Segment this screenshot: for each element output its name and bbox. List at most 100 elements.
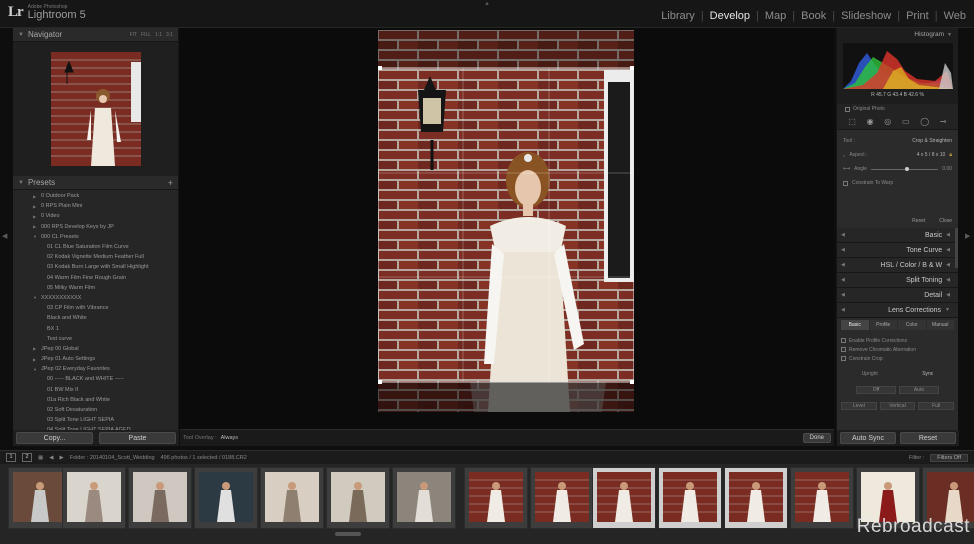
grid-view-icon[interactable]: ▦ (38, 455, 43, 461)
preset-item[interactable]: ▶ 0 Outdoor Pack (13, 191, 178, 201)
checkbox-icon[interactable] (841, 356, 846, 361)
upright-sync[interactable]: Sync (922, 371, 933, 377)
filmstrip-thumbnail[interactable] (790, 467, 854, 529)
panel-scrollbar[interactable] (955, 228, 958, 268)
section-header[interactable]: ◀ Basic ◀ (837, 228, 958, 243)
filmstrip-scroll-handle[interactable] (335, 532, 361, 536)
lens-option[interactable]: Constrain Crop (841, 354, 954, 363)
forward-arrow-icon[interactable]: ▶ (59, 455, 63, 461)
preset-item[interactable]: 05 Milky Warm Film (13, 283, 178, 293)
original-photo-toggle[interactable]: Original Photo (837, 104, 958, 114)
preset-item[interactable]: BX 1 (13, 323, 178, 333)
filmstrip-thumbnail[interactable] (194, 467, 258, 529)
preset-item[interactable]: ▼ 000 CL Presets (13, 232, 178, 242)
lock-icon[interactable]: 🔒︎ (949, 152, 952, 158)
red-eye-icon[interactable]: ◎ (884, 117, 891, 126)
collapse-top-icon[interactable]: ▲ (484, 1, 490, 7)
presets-header[interactable]: ▼ Presets + (13, 176, 178, 190)
aspect-select[interactable]: 4 x 5 / 8 x 10 (917, 152, 946, 158)
filmstrip-thumbnail[interactable] (62, 467, 126, 529)
preset-item[interactable]: 03 Kodak Burn Large with Small Highlight (13, 262, 178, 272)
upright-button[interactable]: Auto (899, 386, 939, 394)
photo-count[interactable]: 496 photos / 1 selected / 0188.CR2 (161, 455, 247, 461)
radial-filter-icon[interactable]: ◯ (920, 117, 929, 126)
filmstrip-thumbnail[interactable] (724, 467, 788, 529)
tab-slideshow[interactable]: Slideshow (839, 10, 893, 22)
add-preset-icon[interactable]: + (168, 178, 173, 188)
preset-item[interactable]: ▶ 000 RPS Develop Keys by JP (13, 222, 178, 232)
adjustment-brush-icon[interactable]: ⊸ (940, 117, 947, 126)
upright-button[interactable]: Off (856, 386, 896, 394)
filmstrip-thumbnail[interactable] (530, 467, 594, 529)
filmstrip-thumbnail[interactable] (128, 467, 192, 529)
crop-frame-icon[interactable]: ⌞ (843, 152, 845, 158)
preset-item[interactable]: 02 Soft Desaturation (13, 405, 178, 415)
zoom-option[interactable]: FIT (130, 32, 138, 38)
tab-library[interactable]: Library (659, 10, 697, 22)
tab-print[interactable]: Print (904, 10, 931, 22)
section-header[interactable]: ◀ Lens Corrections ▼ (837, 303, 958, 318)
main-photo[interactable] (378, 30, 634, 412)
collapse-left-icon[interactable]: ◀ (2, 232, 7, 240)
back-arrow-icon[interactable]: ◀ (49, 455, 53, 461)
folder-path[interactable]: Folder : 20140104_Scott_Wedding (70, 455, 155, 461)
preset-item[interactable]: 04 Warm Film Fine Rough Grain (13, 273, 178, 283)
section-header[interactable]: ◀ Split Toning ◀ (837, 273, 958, 288)
filmstrip-thumbnail[interactable] (260, 467, 324, 529)
filmstrip-thumbnail[interactable] (592, 467, 656, 529)
paste-button[interactable]: Paste (99, 432, 176, 444)
zoom-option[interactable]: FILL (141, 32, 151, 38)
preset-item[interactable]: ▶ 0 Video (13, 211, 178, 221)
navigator-header[interactable]: ▼ Navigator FIT FILL 1:1 3:1 (13, 28, 178, 42)
checkbox-icon[interactable] (841, 338, 846, 343)
preset-item[interactable]: 00 ----- BLACK and WHITE ----- (13, 374, 178, 384)
graduated-filter-icon[interactable]: ▭ (902, 117, 910, 126)
checkbox-icon[interactable] (841, 347, 846, 352)
zoom-option[interactable]: 1:1 (155, 32, 162, 38)
tool-overlay-select[interactable]: Always (221, 435, 238, 441)
upright-button[interactable]: Vertical (879, 402, 916, 410)
tab-map[interactable]: Map (763, 10, 788, 22)
zoom-option[interactable]: 3:1 (166, 32, 173, 38)
crop-close-button[interactable]: Close (939, 218, 952, 224)
collapse-right-icon[interactable]: ▶ (965, 232, 970, 240)
filter-select[interactable]: Filters Off (930, 453, 968, 462)
image-canvas[interactable] (180, 28, 834, 429)
angle-slider[interactable] (870, 166, 939, 171)
done-button[interactable]: Done (802, 433, 831, 443)
preset-item[interactable]: 03 Split Tone LIGHT SEPIA (13, 415, 178, 425)
upright-button[interactable]: Full (918, 402, 955, 410)
tab-develop[interactable]: Develop (708, 10, 752, 22)
tab-web[interactable]: Web (942, 10, 968, 22)
preset-item[interactable]: ▼ JPep 02 Everyday Favorites (13, 364, 178, 374)
filmstrip-thumbnail[interactable] (658, 467, 722, 529)
filmstrip-thumbnail[interactable] (326, 467, 390, 529)
angle-value[interactable]: 0.00 (942, 166, 952, 172)
spot-removal-icon[interactable]: ◉ (867, 117, 874, 126)
preset-item[interactable]: 01a Rich Black and White (13, 395, 178, 405)
preset-item[interactable]: ▶ JPep 01 Auto Settings (13, 354, 178, 364)
preset-item[interactable]: ▶ 0 RPS Plain Mini (13, 201, 178, 211)
preset-item[interactable]: ▼ XXXXXXXXXXX (13, 293, 178, 303)
second-window-icon[interactable]: 2 (22, 453, 32, 462)
filmstrip-thumbnail[interactable] (464, 467, 528, 529)
preset-item[interactable]: ▶ JPep 00 Global (13, 344, 178, 354)
upright-button[interactable]: Level (841, 402, 877, 410)
section-header[interactable]: ◀ HSL / Color / B & W ◀ (837, 258, 958, 273)
crop-reset-button[interactable]: Reset (912, 218, 925, 224)
lens-option[interactable]: Remove Chromatic Aberration (841, 345, 954, 354)
crop-overlay-icon[interactable]: ⬚ (848, 117, 856, 126)
preset-item[interactable]: 03 CP Film with Vibrance (13, 303, 178, 313)
preset-item[interactable]: 01 BW Mix II (13, 385, 178, 395)
lens-tab[interactable]: Basic (841, 320, 869, 330)
reset-button[interactable]: Reset (900, 432, 956, 444)
preset-item[interactable]: 02 Kodak Vignette Medium Feather Full (13, 252, 178, 262)
section-header[interactable]: ◀ Tone Curve ◀ (837, 243, 958, 258)
preset-item[interactable]: Test curve (13, 334, 178, 344)
copy-button[interactable]: Copy... (16, 432, 93, 444)
slider-knob[interactable] (904, 166, 909, 171)
navigator-preview[interactable] (13, 42, 178, 176)
straighten-tool-icon[interactable]: ⟷ (843, 166, 850, 172)
lens-tab[interactable]: Manual (926, 320, 954, 330)
section-header[interactable]: ◀ Detail ◀ (837, 288, 958, 303)
